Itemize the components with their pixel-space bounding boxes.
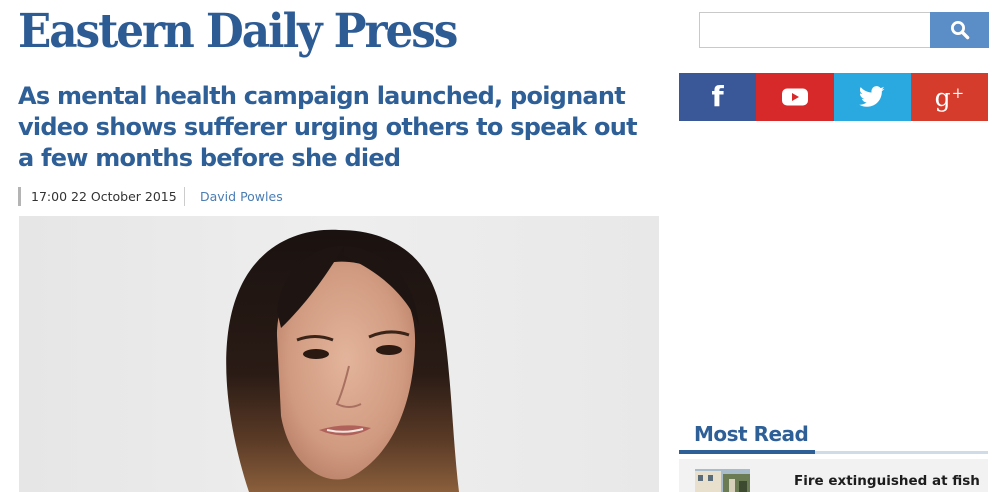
youtube-button[interactable] xyxy=(756,73,834,121)
article-timestamp: 17:00 22 October 2015 xyxy=(31,189,177,204)
social-links: f g+ xyxy=(679,73,988,121)
most-read-underline xyxy=(679,450,815,454)
search-icon xyxy=(950,21,969,40)
most-read-item[interactable]: Fire extinguished at fish xyxy=(679,459,988,492)
article-hero-image[interactable] xyxy=(19,216,659,492)
facebook-button[interactable]: f xyxy=(679,73,757,121)
search-box xyxy=(699,12,989,48)
most-read-thumbnail xyxy=(695,469,750,492)
youtube-icon xyxy=(781,88,808,106)
author-link[interactable]: David Powles xyxy=(200,189,283,205)
search-button[interactable] xyxy=(930,12,989,48)
byline-divider xyxy=(184,187,185,206)
search-input[interactable] xyxy=(700,13,929,47)
google-plus-icon: g+ xyxy=(934,82,965,112)
byline-accent-bar xyxy=(18,187,21,206)
facebook-icon: f xyxy=(711,80,724,113)
article-headline: As mental health campaign launched, poig… xyxy=(18,82,638,172)
most-read-heading: Most Read xyxy=(694,422,809,446)
twitter-button[interactable] xyxy=(833,73,911,121)
most-read-rule xyxy=(815,451,988,454)
twitter-icon xyxy=(859,86,885,107)
site-logo[interactable]: Eastern Daily Press xyxy=(18,2,458,62)
most-read-item-title: Fire extinguished at fish xyxy=(794,473,980,489)
google-plus-button[interactable]: g+ xyxy=(910,73,988,121)
